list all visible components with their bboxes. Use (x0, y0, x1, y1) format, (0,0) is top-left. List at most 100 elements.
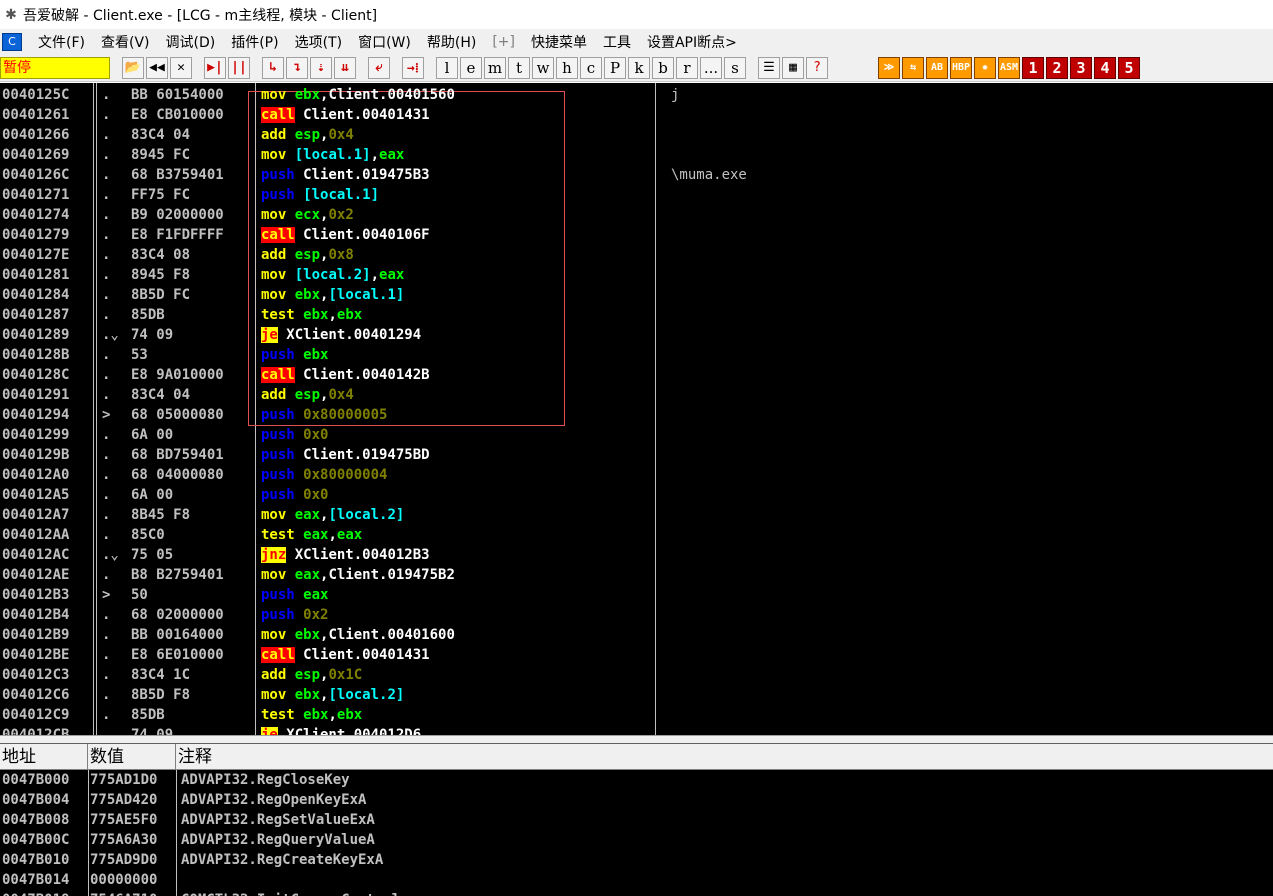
disasm-row[interactable]: 0040128B. 53 push ebx (0, 345, 1273, 365)
toolbar-window-b-button[interactable]: b (652, 56, 674, 79)
close-icon[interactable]: ✕ (170, 56, 192, 79)
toolbar-number-2-button[interactable]: 2 (1046, 56, 1068, 79)
toolbar-number-5-button[interactable]: 5 (1118, 56, 1140, 79)
cpu-window-icon[interactable]: C (2, 32, 22, 51)
toolbar-window-c-button[interactable]: c (580, 56, 602, 79)
disasm-row[interactable]: 004012AE. B8 B2759401 mov eax,Client.01947… (0, 565, 1273, 585)
disasm-row[interactable]: 00401289 .⌄ 74 09 je XClient.00401294 (0, 325, 1273, 345)
disasm-row[interactable]: 00401291. 83C4 04 add esp,0x4 (0, 385, 1273, 405)
disasm-row[interactable]: 00401294 >68 05000080 push 0x80000005 (0, 405, 1273, 425)
disasm-row[interactable]: 004012B4. 68 02000000 push 0x2 (0, 605, 1273, 625)
dump-row[interactable]: 0047B004 775AD420 ADVAPI32.RegOpenKeyExA (0, 790, 1273, 810)
disasm-row[interactable]: 00401287. 85DB test ebx,ebx (0, 305, 1273, 325)
plugin-asm-icon[interactable]: ASM (998, 56, 1020, 79)
plugin-ab-icon[interactable]: AB (926, 56, 948, 79)
menu-item[interactable]: 插件(P) (223, 32, 286, 52)
disasm-row[interactable]: 004012C3. 83C4 1C add esp,0x1C (0, 665, 1273, 685)
disasm-row[interactable]: 0040128C. E8 9A010000 call Client.0040142B (0, 365, 1273, 385)
restart-icon[interactable]: ◀◀ (146, 56, 168, 79)
menu-item[interactable]: 选项(T) (287, 32, 350, 52)
toolbar-window-k-button[interactable]: k (628, 56, 650, 79)
toolbar-window-more-button[interactable]: ... (700, 56, 722, 79)
menu-item[interactable]: 查看(V) (93, 32, 158, 52)
disasm-row[interactable]: 00401271. FF75 FC push [local.1] (0, 185, 1273, 205)
disasm-row[interactable]: 004012C6. 8B5D F8 mov ebx,[local.2] (0, 685, 1273, 705)
disasm-row[interactable]: 00401274. B9 02000000 mov ecx,0x2 (0, 205, 1273, 225)
toolbar-window-P-button[interactable]: P (604, 56, 626, 79)
open-icon[interactable]: 📂 (122, 56, 144, 79)
address: 00401289 (2, 327, 70, 343)
dump-row[interactable]: 0047B008 775AE5F0 ADVAPI32.RegSetValueExA (0, 810, 1273, 830)
help-icon[interactable]: ? (806, 56, 828, 79)
grid-icon[interactable]: ▦ (782, 56, 804, 79)
menu-item[interactable]: 工具 (595, 32, 639, 52)
dump-row[interactable]: 0047B00C 775A6A30 ADVAPI32.RegQueryValueA (0, 830, 1273, 850)
disasm-row[interactable]: 004012B9. BB 00164000 mov ebx,Client.00401… (0, 625, 1273, 645)
header-comment[interactable]: 注释 (176, 744, 1273, 770)
dump-pane[interactable]: 0047B000 775AD1D0 ADVAPI32.RegCloseKey 0047… (0, 770, 1273, 896)
toolbar-window-t-button[interactable]: t (508, 56, 530, 79)
execute-till-return-icon[interactable]: ⤶ (368, 56, 390, 79)
disasm-row[interactable]: 00401261. E8 CB010000 call Client.00401431 (0, 105, 1273, 125)
dump-row[interactable]: 0047B014 00000000 (0, 870, 1273, 890)
disasm-row[interactable]: 004012C9. 85DB test ebx,ebx (0, 705, 1273, 725)
trace-over-icon[interactable]: ⇊ (334, 56, 356, 79)
disasm-row[interactable]: 004012A5. 6A 00 push 0x0 (0, 485, 1273, 505)
plugin-1-icon[interactable]: ≫ (878, 56, 900, 79)
disasm-row[interactable]: 004012BE. E8 6E010000 call Client.00401431 (0, 645, 1273, 665)
jump-marker: . (102, 647, 111, 663)
disasm-row[interactable]: 0040125C. BB 60154000 mov ebx,Client.00401… (0, 85, 1273, 105)
menu-item[interactable]: 文件(F) (30, 32, 93, 52)
disasm-row[interactable]: 00401299. 6A 00 push 0x0 (0, 425, 1273, 445)
disasm-row[interactable]: 00401269. 8945 FC mov [local.1],eax (0, 145, 1273, 165)
list-icon[interactable]: ☰ (758, 56, 780, 79)
toolbar-window-s-button[interactable]: s (724, 56, 746, 79)
run-icon[interactable]: ▶| (204, 56, 226, 79)
disasm-row[interactable]: 004012A7. 8B45 F8 mov eax,[local.2] (0, 505, 1273, 525)
menu-item[interactable]: [+] (484, 34, 523, 50)
toolbar-window-l-button[interactable]: l (436, 56, 458, 79)
menu-item[interactable]: 窗口(W) (350, 32, 419, 52)
trace-into-icon[interactable]: ⇣ (310, 56, 332, 79)
plugin-hbp-icon[interactable]: HBP (950, 56, 972, 79)
header-value[interactable]: 数值 (88, 744, 176, 770)
disasm-row[interactable]: 00401284. 8B5D FC mov ebx,[local.1] (0, 285, 1273, 305)
disasm-row[interactable]: 00401266. 83C4 04 add esp,0x4 (0, 125, 1273, 145)
pane-splitter[interactable] (0, 735, 1273, 744)
header-address[interactable]: 地址 (0, 744, 88, 770)
goto-icon[interactable]: →⁞ (402, 56, 424, 79)
toolbar-number-4-button[interactable]: 4 (1094, 56, 1116, 79)
toolbar-window-r-button[interactable]: r (676, 56, 698, 79)
step-over-icon[interactable]: ↴ (286, 56, 308, 79)
disasm-row[interactable]: 0040127E. 83C4 08 add esp,0x8 (0, 245, 1273, 265)
plugin-gear-icon[interactable]: ✹ (974, 56, 996, 79)
pause-icon[interactable]: || (228, 56, 250, 79)
disasm-row[interactable]: 004012AC .⌄ 75 05 jnz XClient.004012B3 (0, 545, 1273, 565)
disasm-row[interactable]: 004012A0. 68 04000080 push 0x80000004 (0, 465, 1273, 485)
menu-item[interactable]: 设置API断点> (639, 32, 745, 52)
menu-item[interactable]: 快捷菜单 (523, 32, 595, 52)
dump-row[interactable]: 0047B018 7546A710 COMCTL32.InitCommonContr… (0, 890, 1273, 896)
disasm-row[interactable]: 0040126C. 68 B3759401 push Client.019475B3… (0, 165, 1273, 185)
instruction: call Client.0040106F (261, 225, 430, 245)
step-into-icon[interactable]: ↳ (262, 56, 284, 79)
mnemonic: mov (261, 627, 287, 643)
toolbar-window-e-button[interactable]: e (460, 56, 482, 79)
toolbar-number-3-button[interactable]: 3 (1070, 56, 1092, 79)
menu-item[interactable]: 帮助(H) (419, 32, 484, 52)
toolbar-window-h-button[interactable]: h (556, 56, 578, 79)
toolbar-window-m-button[interactable]: m (484, 56, 506, 79)
menu-item[interactable]: 调试(D) (158, 32, 224, 52)
disasm-row[interactable]: 0040129B. 68 BD759401 push Client.019475BD (0, 445, 1273, 465)
toolbar-window-w-button[interactable]: w (532, 56, 554, 79)
dump-row[interactable]: 0047B010 775AD9D0 ADVAPI32.RegCreateKeyExA (0, 850, 1273, 870)
disasm-row[interactable]: 004012AA. 85C0 test eax,eax (0, 525, 1273, 545)
disasm-row[interactable]: 004012CB .⌄ 74 09 je XClient.004012D6 (0, 725, 1273, 735)
plugin-2-icon[interactable]: ⇆ (902, 56, 924, 79)
disasm-row[interactable]: 00401281. 8945 F8 mov [local.2],eax (0, 265, 1273, 285)
disassembly-pane[interactable]: 0040125C. BB 60154000 mov ebx,Client.00401… (0, 83, 1273, 735)
dump-row[interactable]: 0047B000 775AD1D0 ADVAPI32.RegCloseKey (0, 770, 1273, 790)
disasm-row[interactable]: 00401279. E8 F1FDFFFF call Client.0040106F (0, 225, 1273, 245)
disasm-row[interactable]: 004012B3 >50 push eax (0, 585, 1273, 605)
toolbar-number-1-button[interactable]: 1 (1022, 56, 1044, 79)
